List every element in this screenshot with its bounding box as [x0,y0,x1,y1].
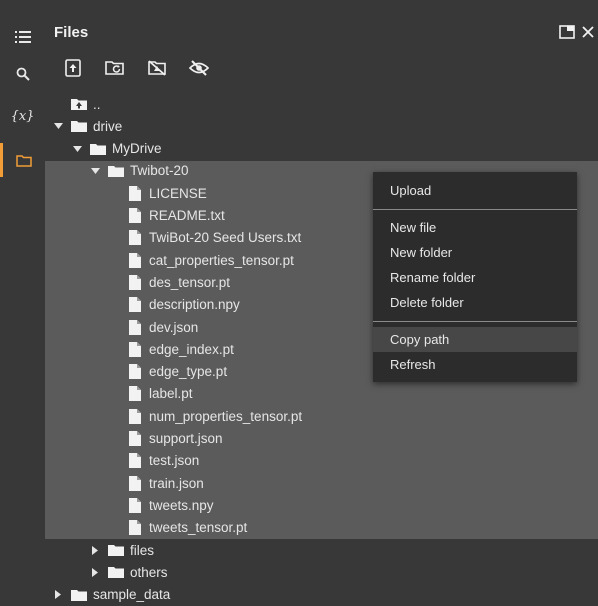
chevron-down-icon[interactable] [53,121,63,131]
tree-item-label: MyDrive [112,141,162,157]
file-icon [127,364,143,380]
tree-item-label: drive [93,118,123,134]
tree-item-label: label.pt [149,386,193,402]
menu-item-delete-folder[interactable]: Delete folder [373,290,577,315]
file-item[interactable]: tweets.npy [45,494,598,516]
tree-item-label: dev.json [149,319,199,335]
tree-item-label: tweets.npy [149,497,214,513]
visibility-off-icon[interactable] [187,56,211,80]
left-rail: {x} [0,0,45,603]
folder-icon [90,142,106,156]
folder-icon [71,588,87,602]
folder-up-icon [71,97,87,111]
tree-item-label: files [130,542,155,558]
upload-icon[interactable] [61,56,85,80]
menu-item-upload[interactable]: Upload [373,178,577,203]
tree-item-label: des_tensor.pt [149,274,231,290]
tree-item-label: description.npy [149,297,240,313]
chevron-right-icon[interactable] [90,567,100,577]
file-item[interactable]: support.json [45,428,598,450]
tree-item-label: support.json [149,431,223,446]
chevron-down-icon[interactable] [90,166,100,176]
tree-item-label: LICENSE [149,185,207,201]
table-of-contents-icon[interactable] [0,20,45,54]
tree-item-label: edge_index.pt [149,341,234,357]
folder-item[interactable]: drive [45,115,598,137]
menu-item-new-folder[interactable]: New folder [373,240,577,265]
folder-icon [71,119,87,133]
parent-folder-item[interactable]: .. [45,93,598,115]
file-item[interactable]: test.json [45,450,598,472]
file-item[interactable]: num_properties_tensor.pt [45,405,598,427]
tree-item-label: tweets_tensor.pt [149,520,248,536]
close-icon[interactable] [578,22,598,42]
tree-item-label: .. [93,96,101,112]
file-icon [127,319,143,335]
refresh-folder-icon[interactable] [103,56,127,80]
file-item[interactable]: label.pt [45,383,598,405]
tree-item-label: cat_properties_tensor.pt [149,252,294,268]
folder-item[interactable]: sample_data [45,584,598,606]
file-icon [127,341,143,357]
file-icon [127,297,143,313]
files-toolbar [61,56,211,80]
menu-separator [373,321,577,322]
folder-item[interactable]: files [45,539,598,561]
file-icon [127,185,143,201]
tree-item-label: Twibot-20 [130,163,189,179]
file-icon [127,208,143,223]
menu-item-copy-path[interactable]: Copy path [373,327,577,352]
file-icon [127,230,143,246]
tree-item-label: edge_type.pt [149,364,228,380]
menu-item-refresh[interactable]: Refresh [373,352,577,377]
tree-item-label: num_properties_tensor.pt [149,408,303,424]
open-in-tab-icon[interactable] [557,22,577,42]
files-folder-icon[interactable] [0,143,45,177]
context-menu: Upload New file New folder Rename folder… [373,172,577,382]
tree-item-label: test.json [149,453,200,469]
file-icon [127,475,143,491]
search-icon[interactable] [0,57,45,91]
file-icon [127,408,143,424]
tree-item-label: train.json [149,475,204,491]
file-icon [127,386,143,402]
panel-title: Files [54,24,89,41]
folder-icon [108,164,124,178]
folder-item[interactable]: others [45,561,598,583]
tree-item-label: README.txt [149,208,225,223]
folder-icon [108,543,124,557]
file-icon [127,520,143,536]
tree-item-label: TwiBot-20 Seed Users.txt [149,230,302,246]
file-icon [127,453,143,469]
chevron-right-icon[interactable] [90,545,100,555]
file-icon [127,497,143,513]
tree-item-label: others [130,564,168,580]
variables-icon[interactable]: {x} [0,99,45,133]
menu-item-new-file[interactable]: New file [373,215,577,240]
files-panel: Files .. drive MyDrive Twibot-20 LICENSE READ… [45,0,598,603]
folder-item[interactable]: MyDrive [45,138,598,160]
menu-item-rename-folder[interactable]: Rename folder [373,265,577,290]
chevron-down-icon[interactable] [72,144,82,154]
tree-item-label: sample_data [93,587,171,603]
file-icon [127,252,143,268]
file-item[interactable]: tweets_tensor.pt [45,517,598,539]
mount-drive-off-icon[interactable] [145,56,169,80]
chevron-right-icon[interactable] [53,590,63,600]
file-icon [127,274,143,290]
file-icon [127,431,143,446]
file-item[interactable]: train.json [45,472,598,494]
folder-icon [108,565,124,579]
menu-separator [373,209,577,210]
